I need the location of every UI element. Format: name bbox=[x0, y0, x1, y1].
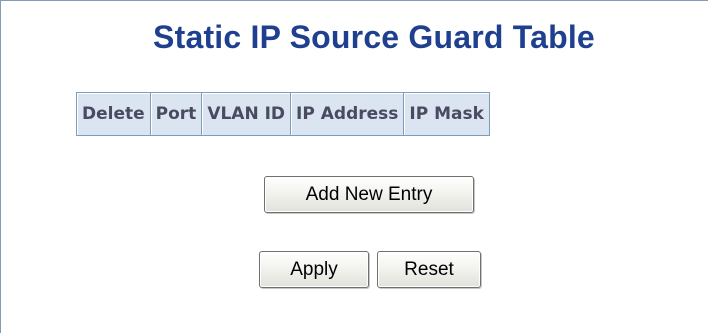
add-new-entry-button[interactable]: Add New Entry bbox=[264, 176, 474, 213]
column-header-ip-mask: IP Mask bbox=[403, 92, 490, 136]
column-header-vlan-id: VLAN ID bbox=[201, 92, 292, 136]
table-header-row: Delete Port VLAN ID IP Address IP Mask bbox=[76, 92, 490, 136]
content-frame: Static IP Source Guard Table Delete Port… bbox=[0, 0, 708, 333]
column-header-ip-address: IP Address bbox=[290, 92, 405, 136]
reset-button[interactable]: Reset bbox=[377, 251, 481, 288]
column-header-port: Port bbox=[149, 92, 203, 136]
apply-button[interactable]: Apply bbox=[259, 251, 369, 288]
column-header-delete: Delete bbox=[76, 92, 151, 136]
page-title: Static IP Source Guard Table bbox=[153, 19, 595, 55]
static-ip-source-guard-table: Delete Port VLAN ID IP Address IP Mask bbox=[76, 92, 490, 136]
